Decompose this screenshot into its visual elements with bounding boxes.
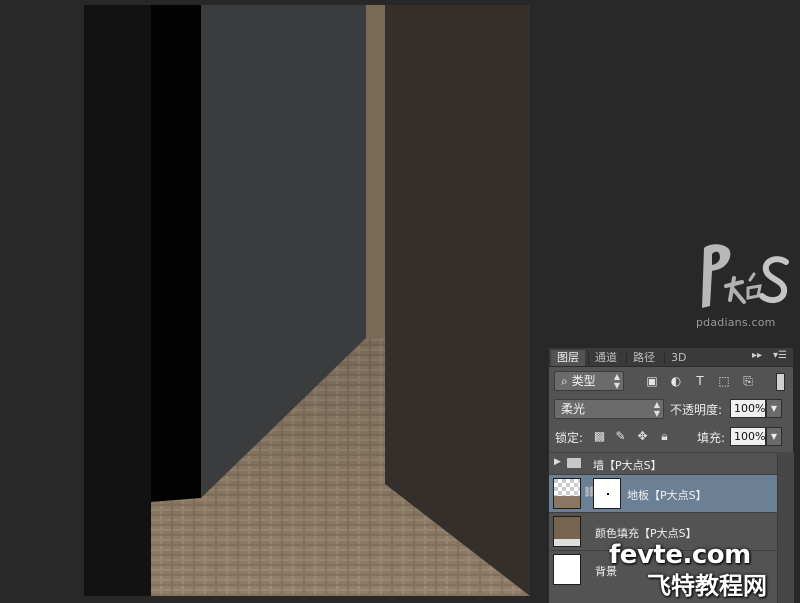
tab-channels[interactable]: 通道 [589, 350, 623, 366]
folder-icon [567, 458, 581, 468]
panel-menu-icon[interactable]: ▾☰ [773, 350, 787, 361]
layer-thumbnail [553, 516, 581, 547]
lock-brush-icon[interactable]: ✎ [614, 430, 627, 443]
layer-thumbnail [553, 478, 581, 509]
black-wall [151, 5, 201, 502]
site-watermark: fevte.com 飞特教程网 [603, 536, 798, 603]
layer-mask-thumbnail[interactable] [593, 478, 621, 509]
fill-label: 填充: [697, 431, 726, 445]
updown-icon: ▲ ▼ [653, 400, 660, 418]
filter-text-icon[interactable]: T [693, 374, 707, 388]
collapse-icon[interactable]: ▸▸ [752, 350, 762, 361]
ps-logo-icon [702, 244, 789, 308]
layer-thumbnail [553, 554, 581, 585]
fill-field[interactable]: 100% [730, 427, 766, 446]
watermark-cn-text: 飞特教程网 [647, 572, 767, 600]
opacity-label: 不透明度: [670, 403, 723, 417]
tab-paths[interactable]: 路径 [627, 350, 661, 366]
opacity-field[interactable]: 100% [730, 399, 766, 418]
far-light-strip [366, 5, 385, 338]
blend-mode-value: 柔光 [561, 402, 586, 416]
filter-toggle[interactable] [776, 373, 785, 391]
layer-name: 墙【P大点S】 [593, 459, 662, 472]
blend-mode-select[interactable]: 柔光 ▲ ▼ [554, 399, 664, 419]
filter-type-label: 类型 [571, 374, 596, 388]
fill-dropdown-arrow[interactable]: ▼ [766, 427, 782, 446]
filter-type-select[interactable]: ⌕ 类型 ▲ ▼ [554, 371, 624, 391]
filter-shape-icon[interactable]: ⬚ [717, 374, 731, 388]
filter-pixel-icon[interactable]: ▣ [645, 374, 659, 388]
filter-adjustment-icon[interactable]: ◐ [669, 374, 683, 388]
lock-label: 锁定: [555, 431, 584, 445]
document-canvas[interactable] [84, 5, 530, 596]
layer-name: 地板【P大点S】 [627, 489, 707, 502]
updown-icon: ▲ ▼ [613, 372, 620, 390]
filter-smartobject-icon[interactable]: ⎘ [741, 374, 755, 388]
panel-tabbar: 图层 通道 路径 3D ▸▸ ▾☰ [549, 348, 793, 367]
ps-logo-watermark: pdadians.com [690, 238, 790, 334]
left-wall-edge [84, 5, 151, 596]
tab-3d[interactable]: 3D [665, 350, 692, 366]
opacity-dropdown-arrow[interactable]: ▼ [766, 399, 782, 418]
lock-move-icon[interactable]: ✥ [636, 430, 649, 443]
lock-transparency-icon[interactable]: ▩ [593, 430, 606, 443]
lock-all-icon[interactable]: 🔒︎ [658, 430, 671, 443]
search-icon: ⌕ [561, 374, 568, 388]
corridor-artwork [84, 5, 530, 596]
layer-row-wall-group[interactable]: ▶ 墙【P大点S】 [549, 452, 777, 474]
layer-row-floor[interactable]: ⛓ 地板【P大点S】 [549, 474, 777, 512]
expand-triangle-icon[interactable]: ▶ [554, 457, 561, 467]
tab-layers[interactable]: 图层 [551, 350, 585, 366]
logo-caption: pdadians.com [696, 316, 776, 329]
